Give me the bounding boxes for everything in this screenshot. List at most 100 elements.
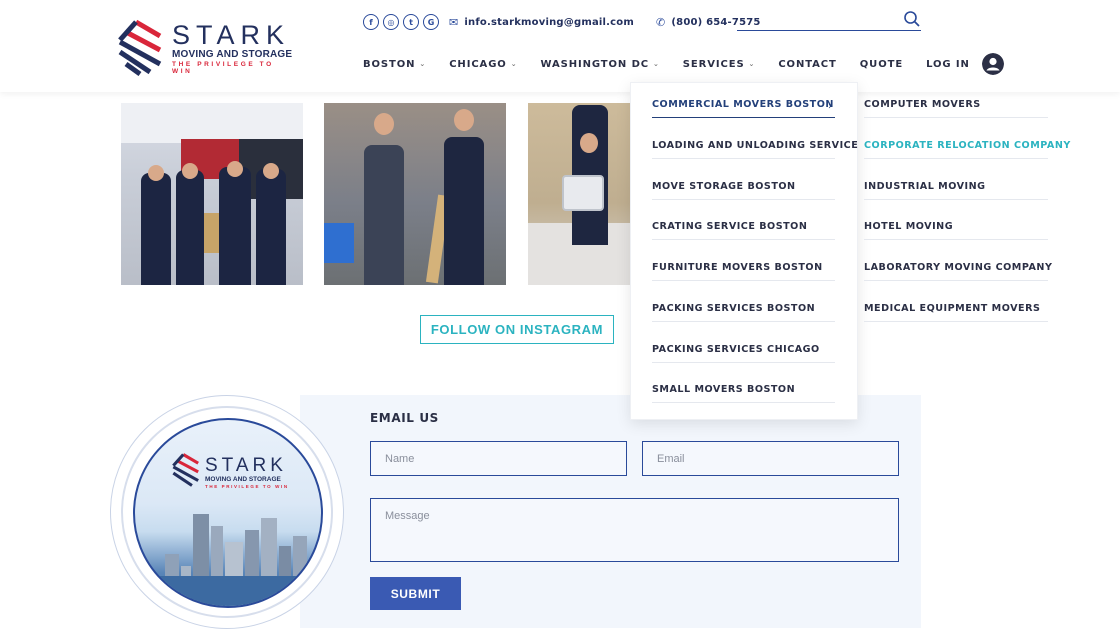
main-nav: BOSTON ⌄ CHICAGO ⌄ WASHINGTON DC ⌄ SERVI… (363, 53, 1004, 75)
nav-boston-label: BOSTON (363, 58, 416, 70)
top-contact-bar: f ◎ t G ✉ info.starkmoving@gmail.com ✆ (… (363, 12, 761, 32)
tumblr-icon[interactable]: t (403, 14, 419, 30)
photo-person (444, 137, 484, 285)
dropdown-item-commercial-movers-boston[interactable]: COMMERCIAL MOVERS BOSTON (652, 99, 834, 110)
instagram-photo-2[interactable] (324, 103, 506, 285)
follow-instagram-button[interactable]: FOLLOW ON INSTAGRAM (420, 315, 614, 344)
social-links: f ◎ t G (363, 14, 439, 30)
brand-name: STARK (172, 20, 291, 50)
account-icon[interactable] (981, 53, 1004, 75)
divider (652, 402, 835, 403)
site-header: STARK MOVING AND STORAGE THE PRIVILEGE T… (0, 0, 1120, 92)
email-field[interactable]: Email (642, 441, 899, 476)
photo-person (364, 145, 404, 285)
chevron-right-icon: › (828, 101, 832, 112)
dropdown-item-packing-services-boston[interactable]: PACKING SERVICES BOSTON (652, 303, 815, 314)
dropdown-item-loading-unloading[interactable]: LOADING AND UNLOADING SERVICE (652, 140, 858, 151)
badge-brand-name: STARK (205, 455, 287, 476)
message-placeholder: Message (385, 510, 430, 522)
dropdown-item-crating-service-boston[interactable]: CRATING SERVICE BOSTON (652, 221, 807, 232)
divider (864, 158, 1048, 159)
badge-skyline-image (133, 418, 323, 608)
dropdown-item-furniture-movers-boston[interactable]: FURNITURE MOVERS BOSTON (652, 262, 823, 273)
instagram-photo-1[interactable] (121, 103, 303, 285)
dropdown-item-computer-movers[interactable]: COMPUTER MOVERS (864, 99, 981, 110)
photo-head (182, 163, 198, 179)
brand-tagline: THE PRIVILEGE TO WIN (172, 61, 274, 75)
nav-contact[interactable]: CONTACT (778, 59, 836, 70)
photo-person (256, 169, 286, 285)
badge-brand-tagline: THE PRIVILEGE TO WIN (205, 484, 289, 489)
email-link[interactable]: ✉ info.starkmoving@gmail.com (449, 16, 634, 29)
nav-services[interactable]: SERVICES ⌄ (683, 59, 756, 70)
photo-head (374, 113, 394, 135)
badge-brand-subtitle: MOVING AND STORAGE (205, 476, 281, 483)
dropdown-item-move-storage-boston[interactable]: MOVE STORAGE BOSTON (652, 181, 796, 192)
instagram-photo-3[interactable] (528, 103, 632, 285)
divider (864, 321, 1048, 322)
message-field[interactable]: Message (370, 498, 899, 562)
chevron-down-icon: ⌄ (510, 60, 518, 68)
divider (652, 117, 835, 118)
name-field[interactable]: Name (370, 441, 627, 476)
photo-person (219, 167, 251, 285)
nav-services-label: SERVICES (682, 58, 745, 70)
divider (652, 199, 835, 200)
photo-head (454, 109, 474, 131)
stark-logo-mark-icon (172, 453, 199, 487)
photo-computer (562, 175, 604, 211)
nav-contact-label: CONTACT (778, 58, 837, 70)
brand-logo[interactable]: STARK MOVING AND STORAGE THE PRIVILEGE T… (116, 18, 296, 76)
search-icon[interactable] (903, 10, 921, 28)
dropdown-item-small-movers-boston[interactable]: SMALL MOVERS BOSTON (652, 384, 795, 395)
photo-head (263, 163, 279, 179)
email-us-heading: EMAIL US (370, 411, 439, 425)
chevron-down-icon: ⌄ (419, 60, 427, 68)
divider (864, 280, 1048, 281)
divider (652, 362, 835, 363)
divider (652, 158, 835, 159)
dropdown-item-hotel-moving[interactable]: HOTEL MOVING (864, 221, 953, 232)
nav-quote-label: QUOTE (859, 58, 904, 70)
nav-chicago[interactable]: CHICAGO ⌄ (449, 59, 517, 70)
dropdown-item-packing-services-chicago[interactable]: PACKING SERVICES CHICAGO (652, 344, 820, 355)
phone-icon: ✆ (655, 15, 666, 29)
photo-head (580, 133, 598, 153)
nav-login-label: LOG IN (926, 58, 970, 70)
photo-person (141, 173, 171, 285)
divider (864, 117, 1048, 118)
nav-boston[interactable]: BOSTON ⌄ (363, 59, 426, 70)
stark-logo-mark-icon (118, 19, 162, 76)
facebook-icon[interactable]: f (363, 14, 379, 30)
instagram-icon[interactable]: ◎ (383, 14, 399, 30)
dropdown-item-medical-equipment-movers[interactable]: MEDICAL EQUIPMENT MOVERS (864, 303, 1040, 314)
nav-washington-label: WASHINGTON DC (540, 58, 650, 70)
chevron-down-icon: ⌄ (748, 60, 756, 68)
nav-washington-dc[interactable]: WASHINGTON DC ⌄ (540, 59, 659, 70)
services-dropdown (630, 82, 858, 420)
divider (652, 239, 835, 240)
photo-ceiling (121, 103, 303, 143)
divider (864, 239, 1048, 240)
photo-blue-box (324, 223, 354, 263)
nav-login[interactable]: LOG IN (926, 59, 970, 70)
google-icon[interactable]: G (423, 14, 439, 30)
nav-chicago-label: CHICAGO (449, 58, 507, 70)
skyline-water (135, 576, 321, 606)
photo-head (148, 165, 164, 181)
envelope-icon: ✉ (449, 15, 459, 29)
nav-quote[interactable]: QUOTE (860, 59, 903, 70)
dropdown-item-laboratory-moving[interactable]: LABORATORY MOVING COMPANY (864, 262, 1052, 273)
photo-head (227, 161, 243, 177)
email-text: info.starkmoving@gmail.com (464, 16, 634, 28)
submit-button[interactable]: SUBMIT (370, 577, 461, 610)
divider (652, 321, 835, 322)
divider (864, 199, 1048, 200)
search-input[interactable] (737, 10, 921, 31)
dropdown-item-corporate-relocation[interactable]: CORPORATE RELOCATION COMPANY (864, 140, 1071, 151)
dropdown-item-industrial-moving[interactable]: INDUSTRIAL MOVING (864, 181, 985, 192)
email-placeholder: Email (657, 452, 685, 465)
chevron-down-icon: ⌄ (653, 60, 660, 68)
divider (652, 280, 835, 281)
photo-person (176, 170, 204, 285)
